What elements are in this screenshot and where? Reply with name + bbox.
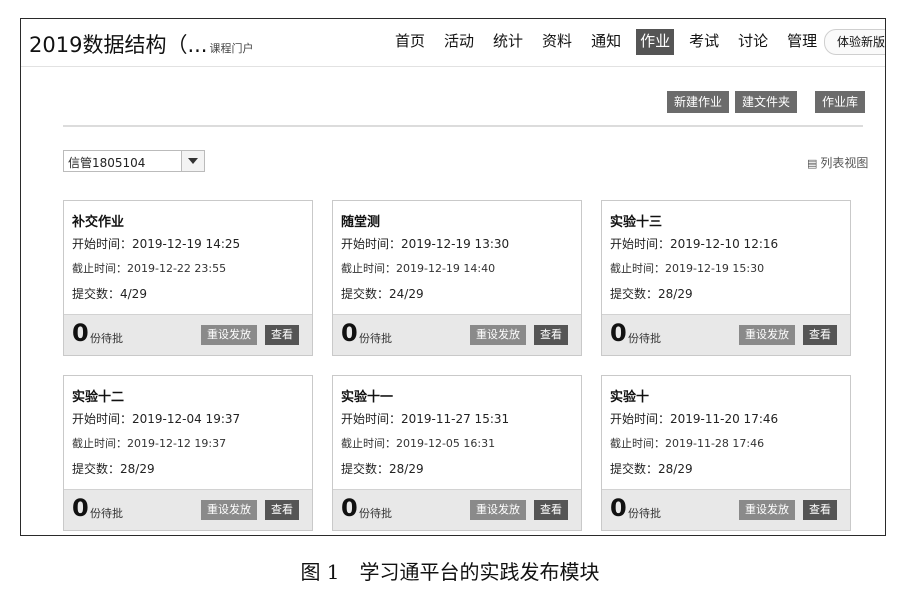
- card-start-time: 开始时间：2019-11-27 15:31: [341, 412, 510, 426]
- pending-count: 0: [610, 494, 627, 522]
- card-submission-count: 提交数：28/29: [341, 462, 424, 476]
- card-submission-count: 提交数：28/29: [610, 287, 693, 301]
- homework-library-button[interactable]: 作业库: [815, 91, 866, 113]
- nav-discussion[interactable]: 讨论: [734, 29, 772, 55]
- view-button[interactable]: 查看: [803, 325, 837, 345]
- pending-count: 0: [610, 319, 627, 347]
- card-footer: 0 份待批 重设发放 查看: [64, 314, 312, 355]
- card-submission-count: 提交数：28/29: [610, 462, 693, 476]
- reset-release-button[interactable]: 重设发放: [739, 500, 795, 520]
- card-start-time: 开始时间：2019-12-19 14:25: [72, 237, 241, 251]
- view-button[interactable]: 查看: [534, 500, 568, 520]
- list-view-label: 列表视图: [820, 156, 869, 170]
- reset-release-button[interactable]: 重设发放: [470, 500, 526, 520]
- list-icon: ▤: [807, 157, 818, 170]
- pending-label: 份待批: [359, 507, 392, 520]
- reset-release-button[interactable]: 重设发放: [470, 325, 526, 345]
- card-title: 实验十三: [610, 215, 663, 230]
- homework-card[interactable]: 随堂测 开始时间：2019-12-19 13:30 截止时间：2019-12-1…: [332, 200, 582, 356]
- list-view-toggle[interactable]: ▤ 列表视图: [807, 154, 868, 171]
- action-toolbar: 新建作业 建文件夹 作业库: [667, 91, 866, 113]
- card-submission-count: 提交数：4/29: [72, 287, 147, 301]
- card-deadline: 截止时间：2019-12-22 23:55: [72, 262, 227, 275]
- new-folder-button[interactable]: 建文件夹: [735, 91, 798, 113]
- card-start-time: 开始时间：2019-12-04 19:37: [72, 412, 241, 426]
- card-footer: 0 份待批 重设发放 查看: [602, 489, 850, 530]
- nav-activity[interactable]: 活动: [440, 29, 478, 55]
- card-start-time: 开始时间：2019-12-10 12:16: [610, 237, 779, 251]
- card-title: 随堂测: [341, 215, 381, 230]
- pending-label: 份待批: [628, 507, 661, 520]
- homework-card[interactable]: 实验十一 开始时间：2019-11-27 15:31 截止时间：2019-12-…: [332, 375, 582, 531]
- pending-label: 份待批: [628, 332, 661, 345]
- card-deadline: 截止时间：2019-12-19 15:30: [610, 262, 765, 275]
- card-submission-count: 提交数：28/29: [72, 462, 155, 476]
- view-button[interactable]: 查看: [534, 325, 568, 345]
- new-homework-button[interactable]: 新建作业: [667, 91, 730, 113]
- nav-manage[interactable]: 管理: [783, 29, 821, 55]
- reset-release-button[interactable]: 重设发放: [739, 325, 795, 345]
- main-nav: 首页 活动 统计 资料 通知 作业 考试 讨论 管理: [391, 29, 832, 55]
- card-deadline: 截止时间：2019-12-19 14:40: [341, 262, 496, 275]
- card-deadline: 截止时间：2019-12-12 19:37: [72, 437, 227, 450]
- course-title-text: 2019数据结构（...: [29, 33, 208, 57]
- class-select-value: 信管1805104: [68, 156, 146, 170]
- pending-count: 0: [72, 494, 89, 522]
- card-submission-count: 提交数：24/29: [341, 287, 424, 301]
- dropdown-toggle[interactable]: [181, 151, 204, 171]
- card-title: 补交作业: [72, 215, 125, 230]
- nav-notices[interactable]: 通知: [587, 29, 625, 55]
- pending-label: 份待批: [359, 332, 392, 345]
- nav-statistics[interactable]: 统计: [489, 29, 527, 55]
- card-start-time: 开始时间：2019-11-20 17:46: [610, 412, 779, 426]
- card-footer: 0 份待批 重设发放 查看: [64, 489, 312, 530]
- card-start-time: 开始时间：2019-12-19 13:30: [341, 237, 510, 251]
- pending-count: 0: [341, 494, 358, 522]
- caret-down-icon: [188, 158, 198, 164]
- view-button[interactable]: 查看: [265, 325, 299, 345]
- reset-release-button[interactable]: 重设发放: [201, 500, 257, 520]
- reset-release-button[interactable]: 重设发放: [201, 325, 257, 345]
- app-window: 2019数据结构（... 课程门户 首页 活动 统计 资料 通知 作业 考试 讨论…: [20, 18, 886, 536]
- homework-card[interactable]: 补交作业 开始时间：2019-12-19 14:25 截止时间：2019-12-…: [63, 200, 313, 356]
- try-new-version-button[interactable]: 体验新版: [824, 29, 885, 55]
- card-deadline: 截止时间：2019-12-05 16:31: [341, 437, 496, 450]
- homework-card[interactable]: 实验十 开始时间：2019-11-20 17:46 截止时间：2019-11-2…: [601, 375, 851, 531]
- homework-card[interactable]: 实验十二 开始时间：2019-12-04 19:37 截止时间：2019-12-…: [63, 375, 313, 531]
- card-title: 实验十二: [72, 390, 125, 405]
- nav-homework[interactable]: 作业: [636, 29, 675, 55]
- card-title: 实验十一: [341, 390, 394, 405]
- card-footer: 0 份待批 重设发放 查看: [333, 314, 581, 355]
- nav-materials[interactable]: 资料: [538, 29, 576, 55]
- card-title: 实验十: [610, 390, 650, 405]
- nav-exams[interactable]: 考试: [685, 29, 723, 55]
- pending-label: 份待批: [90, 332, 123, 345]
- class-select[interactable]: 信管1805104: [63, 150, 205, 172]
- card-deadline: 截止时间：2019-11-28 17:46: [610, 437, 765, 450]
- nav-home[interactable]: 首页: [391, 29, 429, 55]
- pending-count: 0: [341, 319, 358, 347]
- divider: [63, 125, 863, 127]
- pending-label: 份待批: [90, 507, 123, 520]
- card-footer: 0 份待批 重设发放 查看: [602, 314, 850, 355]
- view-button[interactable]: 查看: [803, 500, 837, 520]
- top-bar: 2019数据结构（... 课程门户 首页 活动 统计 资料 通知 作业 考试 讨论…: [21, 19, 885, 67]
- figure-caption: 图 1 学习通平台的实践发布模块: [300, 560, 600, 584]
- course-portal-link[interactable]: 课程门户: [209, 42, 253, 55]
- view-button[interactable]: 查看: [265, 500, 299, 520]
- course-title[interactable]: 2019数据结构（... 课程门户: [29, 29, 253, 59]
- card-footer: 0 份待批 重设发放 查看: [333, 489, 581, 530]
- homework-card[interactable]: 实验十三 开始时间：2019-12-10 12:16 截止时间：2019-12-…: [601, 200, 851, 356]
- pending-count: 0: [72, 319, 89, 347]
